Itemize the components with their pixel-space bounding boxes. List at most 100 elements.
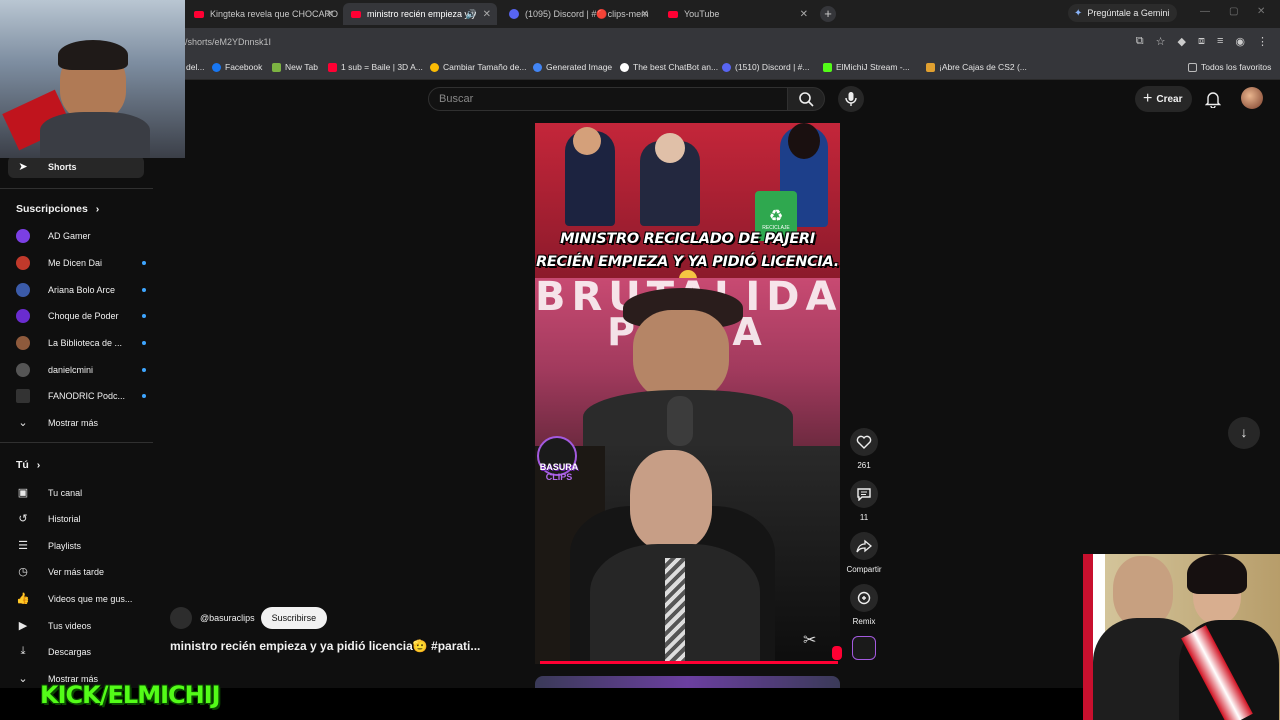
sidebar-item-watch-later[interactable]: ◷ Ver más tarde <box>16 565 146 578</box>
new-content-dot <box>142 314 146 318</box>
search-button[interactable] <box>787 87 825 111</box>
downloads-icon: ⤓ <box>20 645 26 657</box>
install-icon[interactable]: ⧉ <box>1136 35 1144 48</box>
all-bookmarks[interactable]: Todos los favoritos <box>1188 62 1271 72</box>
remix-button[interactable]: Remix <box>846 584 882 626</box>
voice-search-button[interactable] <box>838 86 864 112</box>
figure-head <box>573 127 601 155</box>
subscribe-button[interactable]: Suscribirse <box>260 607 328 629</box>
youtube-icon <box>328 62 337 72</box>
heart-icon <box>856 435 872 449</box>
browser-tab[interactable]: Kingteka revela que CHOCARO ✕ <box>186 3 340 25</box>
new-tab-button[interactable]: + <box>820 6 836 22</box>
browser-tab[interactable]: YouTube ✕ <box>660 3 814 25</box>
bookmark[interactable]: New Tab <box>272 62 318 72</box>
puzzle-icon[interactable]: ⧈ <box>1198 35 1205 48</box>
sound-source-thumbnail[interactable] <box>852 636 876 660</box>
sidebar-item-your-videos[interactable]: ▶ Tus videos <box>16 619 146 632</box>
channel-avatar <box>16 389 30 403</box>
notifications-button[interactable] <box>1204 90 1222 113</box>
comments-button[interactable]: 11 <box>846 480 882 522</box>
menu-icon[interactable]: ⋮ <box>1257 35 1268 48</box>
progress-handle[interactable] <box>832 646 842 660</box>
bookmark[interactable]: (1510) Discord | #... <box>722 62 810 72</box>
close-icon[interactable]: ✕ <box>483 9 491 20</box>
bookmark[interactable]: del... <box>186 62 204 72</box>
bookmark[interactable]: Facebook <box>212 62 262 72</box>
short-video-player[interactable]: ♻ RECICLAJE MINISTRO RECICLADO DE PAJERI… <box>535 123 840 664</box>
gemini-icon: ✦ <box>1074 7 1083 19</box>
figure-head <box>655 133 685 163</box>
bookmark[interactable]: Cambiar Tamaño de... <box>430 62 526 72</box>
sidebar-item-subscription[interactable]: danielcmini <box>16 363 146 377</box>
next-short-preview[interactable] <box>535 676 840 688</box>
sidebar-item-subscription[interactable]: Ariana Bolo Arce <box>16 283 146 297</box>
bookmark-star-icon[interactable]: ☆ <box>1156 35 1166 48</box>
plus-icon: + <box>1143 90 1153 107</box>
show-more-subscriptions[interactable]: ⌄ Mostrar más <box>16 416 146 429</box>
gemini-button[interactable]: ✦ Pregúntale a Gemini <box>1068 4 1178 22</box>
sidebar-item-label: FANODRIC Podc... <box>48 391 126 401</box>
video-title[interactable]: ministro recién empieza y ya pidió licen… <box>170 639 480 653</box>
sidebar-item-liked[interactable]: 👍 Videos que me gus... <box>16 592 146 605</box>
share-label: Compartir <box>846 565 882 574</box>
bookmark-label: 1 sub = Baile | 3D A... <box>341 62 423 72</box>
arrow-down-icon: ↓ <box>1240 424 1248 440</box>
bookmark[interactable]: The best ChatBot an... <box>620 62 718 72</box>
search-input[interactable]: Buscar <box>428 87 788 111</box>
minimize-icon[interactable]: — <box>1200 6 1210 17</box>
bookmark-label: (1510) Discord | #... <box>735 62 810 72</box>
like-button[interactable]: 261 <box>846 428 882 470</box>
browser-tab-active[interactable]: ministro recién empieza y y 🔊 ✕ <box>343 3 497 25</box>
newtab-icon <box>272 62 281 72</box>
bookmark[interactable]: Generated Image <box>533 62 612 72</box>
channel-avatar <box>16 363 30 377</box>
sidebar-item-label: Playlists <box>48 540 82 551</box>
channel-avatar[interactable] <box>170 607 192 629</box>
account-avatar[interactable] <box>1241 87 1263 109</box>
short-channel-row: @basuraclips Suscribirse <box>170 607 328 629</box>
speaker-icon[interactable]: 🔊 <box>466 9 477 20</box>
sidebar-item-subscription[interactable]: Choque de Poder <box>16 309 146 323</box>
profile-icon[interactable]: ◉ <box>1235 35 1245 48</box>
sidebar-item-subscription[interactable]: Me Dicen Dai <box>16 256 146 270</box>
subscriptions-heading[interactable]: Suscripciones › <box>16 203 99 215</box>
sidebar-item-label: Tus videos <box>48 620 92 631</box>
channel-avatar <box>16 336 30 350</box>
video-progress-bar[interactable] <box>540 661 838 664</box>
sidebar-item-subscription[interactable]: La Biblioteca de ... <box>16 336 146 350</box>
sidebar-item-history[interactable]: ↺ Historial <box>16 512 146 525</box>
maximize-icon[interactable]: ▢ <box>1229 6 1238 17</box>
close-icon[interactable]: ✕ <box>641 9 649 20</box>
sidebar-item-label: Videos que me gus... <box>48 593 133 604</box>
share-button[interactable]: Compartir <box>846 532 882 574</box>
bookmark[interactable]: 1 sub = Baile | 3D A... <box>328 62 423 72</box>
bookmark-label: The best ChatBot an... <box>633 62 719 72</box>
next-short-button[interactable]: ↓ <box>1228 417 1260 449</box>
window-close-icon[interactable]: ✕ <box>1257 6 1265 17</box>
sidebar-item-your-channel[interactable]: ▣ Tu canal <box>16 486 146 499</box>
sidebar-item-label: Choque de Poder <box>48 311 119 321</box>
divider <box>0 188 153 189</box>
comment-icon <box>857 488 871 501</box>
channel-handle[interactable]: @basuraclips <box>200 613 255 623</box>
url-field[interactable]: /shorts/eM2YDnnsk1I <box>185 37 271 47</box>
kick-icon <box>823 62 832 72</box>
create-button[interactable]: + Crear <box>1135 86 1193 112</box>
bookmark[interactable]: ElMichiJ Stream -... <box>823 62 910 72</box>
tab-title: Kingteka revela que CHOCARO <box>210 9 339 19</box>
sidebar-item-downloads[interactable]: ⤓ Descargas <box>16 645 146 658</box>
extension-icon[interactable]: ◆ <box>1178 35 1186 48</box>
sidebar-item-subscription[interactable]: FANODRIC Podc... <box>16 389 146 403</box>
browser-tab[interactable]: (1095) Discord | #🔴clips-mem ✕ <box>501 3 655 25</box>
sidebar-item-shorts-label[interactable]: ➤ Shorts <box>16 160 146 173</box>
close-icon[interactable]: ✕ <box>326 9 334 20</box>
media-icon[interactable]: ≡ <box>1217 35 1223 48</box>
you-heading[interactable]: Tú › <box>16 459 40 471</box>
channel-avatar <box>16 229 30 243</box>
sidebar-item-subscription[interactable]: AD Gamer <box>16 229 146 243</box>
bookmark[interactable]: ¡Abre Cajas de CS2 (... <box>926 62 1027 72</box>
channel-icon: ▣ <box>17 487 29 499</box>
close-icon[interactable]: ✕ <box>800 9 808 20</box>
sidebar-item-playlists[interactable]: ☰ Playlists <box>16 539 146 552</box>
